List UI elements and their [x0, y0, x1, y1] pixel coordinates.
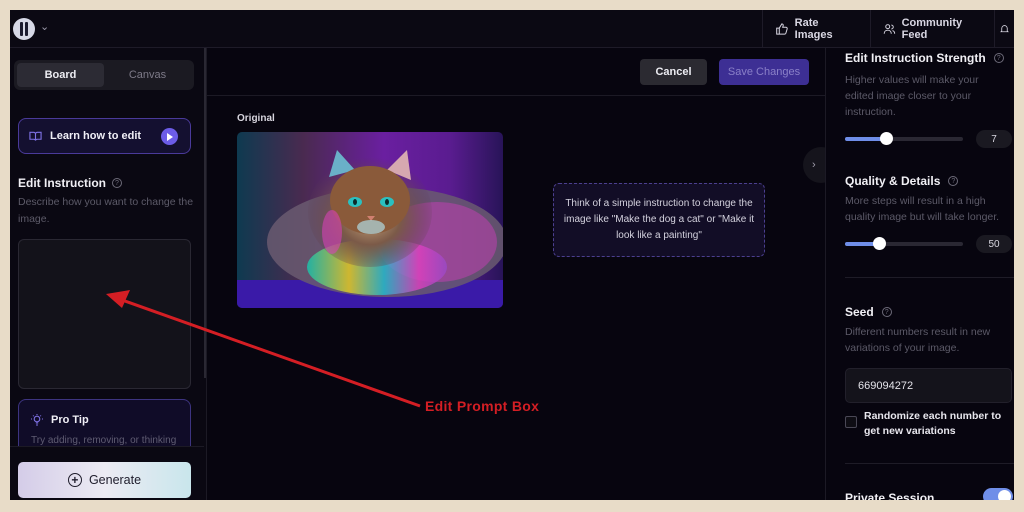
- quality-value[interactable]: 50: [976, 235, 1012, 253]
- randomize-checkbox[interactable]: [845, 416, 857, 428]
- play-icon: [161, 128, 178, 145]
- seed-heading: Seed ?: [845, 305, 892, 319]
- plus-circle-icon: +: [67, 473, 82, 487]
- view-tabs: Board Canvas: [14, 60, 194, 90]
- cat-illustration: [237, 150, 503, 308]
- quality-description: More steps will result in a high quality…: [845, 195, 1000, 223]
- private-session-label: Private Session: [845, 491, 935, 500]
- app-logo[interactable]: [13, 18, 35, 40]
- chevron-right-icon: ›: [812, 159, 816, 171]
- strength-description: Higher values will make your edited imag…: [845, 74, 979, 118]
- edit-instruction-input[interactable]: [18, 239, 191, 389]
- bell-icon: [1000, 25, 1009, 33]
- seed-title: Seed: [845, 305, 874, 319]
- left-sidebar: Board Canvas Learn how to edit Edit Inst…: [10, 48, 206, 500]
- randomize-label[interactable]: Randomize each number to get new variati…: [864, 409, 1014, 439]
- help-icon[interactable]: ?: [881, 307, 892, 317]
- learn-how-to-edit-button[interactable]: Learn how to edit: [18, 118, 191, 154]
- quality-slider-thumb[interactable]: [873, 237, 887, 250]
- nav-community-feed[interactable]: Community Feed: [870, 10, 994, 48]
- thumbs-up-icon: [776, 23, 788, 35]
- edit-instruction-description: Describe how you want to change the imag…: [18, 196, 194, 225]
- strength-heading: Edit Instruction Strength ?: [845, 51, 1004, 65]
- seed-input[interactable]: [845, 368, 1012, 403]
- section-divider: [845, 277, 1014, 278]
- chevron-down-icon[interactable]: ⌄: [40, 20, 49, 33]
- help-icon[interactable]: ?: [948, 176, 959, 186]
- tab-canvas[interactable]: Canvas: [104, 63, 191, 87]
- pro-tip-text: Try adding, removing, or thinking: [31, 435, 177, 446]
- nav-community-feed-label: Community Feed: [901, 17, 963, 41]
- tab-board[interactable]: Board: [17, 63, 104, 87]
- save-changes-button[interactable]: Save Changes: [719, 59, 809, 85]
- settings-panel: Edit Instruction Strength ? Higher value…: [825, 48, 1014, 500]
- quality-title: Quality & Details: [845, 174, 941, 188]
- instruction-hint: Think of a simple instruction to change …: [553, 183, 765, 257]
- book-icon: [29, 131, 42, 141]
- annotation-label: Edit Prompt Box: [425, 398, 540, 414]
- generate-label: Generate: [88, 473, 142, 487]
- users-icon: [883, 24, 896, 34]
- learn-how-to-edit-label: Learn how to edit: [50, 130, 142, 142]
- sidebar-divider: [206, 48, 207, 500]
- quality-heading: Quality & Details ?: [845, 174, 959, 188]
- cancel-button[interactable]: Cancel: [640, 59, 707, 85]
- help-icon[interactable]: ?: [112, 178, 122, 188]
- quality-slider[interactable]: [845, 237, 963, 250]
- main-header: Cancel Save Changes: [207, 48, 825, 96]
- toggle-knob: [998, 490, 1011, 500]
- private-session-toggle[interactable]: [983, 488, 1013, 500]
- nav-rate-images-label: Rate Images: [794, 17, 833, 41]
- original-image: [237, 132, 503, 308]
- pro-tip-heading: Pro Tip: [31, 414, 89, 426]
- nav-rate-images[interactable]: Rate Images: [762, 10, 870, 48]
- strength-value[interactable]: 7: [976, 130, 1012, 148]
- app-window: ⌄ Rate Images Community Feed Board Canva…: [10, 10, 1014, 500]
- notifications-button[interactable]: [994, 10, 1014, 48]
- edit-instruction-heading: Edit Instruction ?: [18, 176, 122, 190]
- edit-instruction-title: Edit Instruction: [18, 176, 106, 190]
- strength-slider[interactable]: [845, 132, 963, 145]
- pro-tip-title: Pro Tip: [51, 414, 89, 426]
- top-bar: ⌄ Rate Images Community Feed: [10, 10, 1014, 48]
- seed-description: Different numbers result in new variatio…: [845, 326, 991, 354]
- help-icon[interactable]: ?: [993, 53, 1004, 63]
- strength-slider-thumb[interactable]: [880, 132, 894, 145]
- lightbulb-icon: [31, 414, 43, 426]
- original-image-label: Original: [237, 113, 275, 124]
- strength-title: Edit Instruction Strength: [845, 51, 986, 65]
- generate-button[interactable]: + Generate: [18, 462, 191, 498]
- section-divider: [845, 463, 1014, 464]
